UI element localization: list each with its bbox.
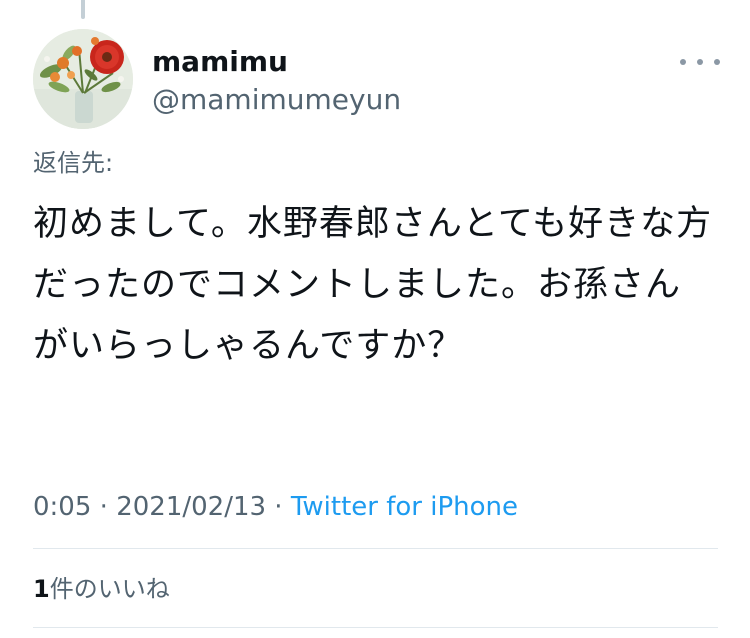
- avatar[interactable]: [33, 29, 133, 129]
- thread-connector-line: [81, 0, 85, 19]
- likes-link[interactable]: 1件のいいね: [33, 572, 170, 606]
- meta-separator: ·: [91, 492, 117, 522]
- likes-count: 1: [33, 575, 50, 603]
- author-handle[interactable]: @mamimumeyun: [152, 82, 401, 118]
- divider: [33, 627, 718, 628]
- divider: [33, 548, 718, 549]
- more-horizontal-icon: [680, 59, 686, 65]
- more-horizontal-icon-dot: [697, 59, 703, 65]
- tweet-time[interactable]: 0:05: [33, 492, 91, 522]
- tweet-source-link[interactable]: Twitter for iPhone: [291, 492, 518, 522]
- more-options-button[interactable]: [680, 46, 720, 78]
- meta-separator: ·: [266, 492, 291, 522]
- tweet-date[interactable]: 2021/02/13: [116, 492, 266, 522]
- flower-bouquet-avatar: [33, 29, 133, 129]
- tweet-text: 初めまして。水野春郎さんとても好きな方だったのでコメントしました。お孫さんがいら…: [33, 204, 713, 366]
- reply-to-label: 返信先:: [33, 149, 114, 177]
- author-display-name[interactable]: mamimu: [152, 44, 288, 80]
- tweet-meta: 0:05 · 2021/02/13 · Twitter for iPhone: [33, 489, 518, 525]
- likes-label: 件のいいね: [49, 575, 170, 603]
- more-horizontal-icon-dot: [714, 59, 720, 65]
